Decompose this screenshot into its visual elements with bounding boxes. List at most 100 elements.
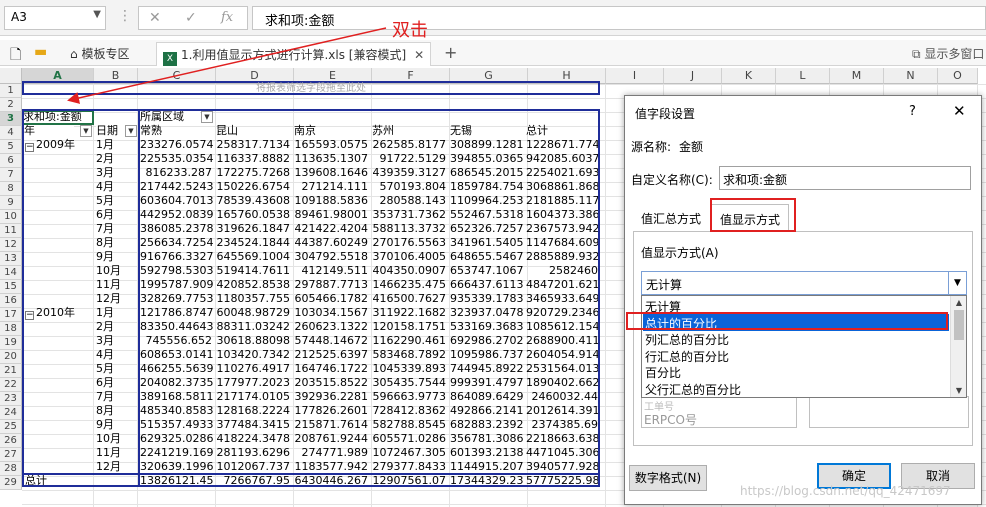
pivot-value-cell[interactable]: 203515.8522: [294, 376, 370, 390]
cancel-icon[interactable]: ✕: [149, 10, 161, 26]
pivot-value-cell[interactable]: 2885889.932: [526, 250, 600, 264]
pivot-month-label[interactable]: 1月: [96, 306, 136, 320]
pivot-value-cell[interactable]: 212525.6397: [294, 348, 370, 362]
pivot-value-cell[interactable]: 608653.0141: [140, 348, 214, 362]
document-icon[interactable]: 🗋: [10, 44, 21, 68]
pivot-value-cell[interactable]: 91722.5129: [372, 152, 448, 166]
pivot-value-cell[interactable]: 3940577.928: [526, 460, 600, 474]
row-header[interactable]: 13: [0, 252, 22, 266]
pivot-value-cell[interactable]: 2688900.411: [526, 334, 600, 348]
pivot-value-cell[interactable]: 164746.1722: [294, 362, 370, 376]
pivot-value-cell[interactable]: 280588.143: [372, 194, 448, 208]
pivot-month-label[interactable]: 5月: [96, 362, 136, 376]
pivot-month-label[interactable]: 3月: [96, 334, 136, 348]
pivot-value-cell[interactable]: 648655.5467: [450, 250, 524, 264]
pivot-month-label[interactable]: 4月: [96, 180, 136, 194]
pivot-value-cell[interactable]: 304792.5518: [294, 250, 370, 264]
check-icon[interactable]: ✓: [185, 10, 197, 26]
name-box[interactable]: A3 ▼: [4, 6, 106, 30]
pivot-value-cell[interactable]: 172275.7268: [216, 166, 292, 180]
folder-icon[interactable]: ▬: [34, 44, 47, 60]
pivot-column-header[interactable]: 总计: [526, 124, 600, 138]
pivot-value-cell[interactable]: 1072467.305: [372, 446, 448, 460]
row-header[interactable]: 9: [0, 196, 22, 210]
pivot-value-cell[interactable]: 645569.1004: [216, 250, 292, 264]
column-header[interactable]: J: [664, 68, 722, 84]
tab-workbook[interactable]: X 1.利用值显示方式进行计算.xls [兼容模式] ✕: [156, 42, 432, 66]
pivot-value-cell[interactable]: 916766.3327: [140, 250, 214, 264]
pivot-value-cell[interactable]: 519414.7611: [216, 264, 292, 278]
row-header[interactable]: 20: [0, 350, 22, 364]
pivot-value-cell[interactable]: 271214.111: [294, 180, 370, 194]
pivot-value-cell[interactable]: 116337.8882: [216, 152, 292, 166]
formula-input[interactable]: 求和项:金额: [252, 6, 986, 30]
pivot-value-cell[interactable]: 439359.3127: [372, 166, 448, 180]
pivot-value-cell[interactable]: 356781.3086: [450, 432, 524, 446]
pivot-value-cell[interactable]: 281193.6296: [216, 446, 292, 460]
pivot-value-cell[interactable]: 601393.2138: [450, 446, 524, 460]
pivot-value-cell[interactable]: 942085.6037: [526, 152, 600, 166]
pivot-column-header[interactable]: 苏州: [372, 124, 448, 138]
pivot-value-cell[interactable]: 44387.60249: [294, 236, 370, 250]
pivot-value-cell[interactable]: 570193.804: [372, 180, 448, 194]
pivot-value-cell[interactable]: 418224.3478: [216, 432, 292, 446]
pivot-value-cell[interactable]: 596663.9773: [372, 390, 448, 404]
column-header[interactable]: K: [722, 68, 776, 84]
pivot-value-cell[interactable]: 412149.511: [294, 264, 370, 278]
pivot-value-cell[interactable]: 682883.2392: [450, 418, 524, 432]
pivot-value-cell[interactable]: 165593.0575: [294, 138, 370, 152]
scroll-thumb[interactable]: [954, 310, 964, 340]
pivot-value-cell[interactable]: 1144915.207: [450, 460, 524, 474]
pivot-column-header[interactable]: 昆山: [216, 124, 292, 138]
chevron-down-icon[interactable]: ▼: [93, 9, 101, 20]
pivot-value-cell[interactable]: 225535.0354: [140, 152, 214, 166]
number-format-button[interactable]: 数字格式(N): [629, 465, 707, 491]
row-header[interactable]: 17: [0, 308, 22, 322]
pivot-value-cell[interactable]: 297887.7713: [294, 278, 370, 292]
base-field-list[interactable]: 工单号 ERPCO号: [641, 396, 797, 428]
tab-summarize-by[interactable]: 值汇总方式: [633, 204, 709, 232]
pivot-value-cell[interactable]: 103034.1567: [294, 306, 370, 320]
row-header[interactable]: 8: [0, 182, 22, 196]
pivot-value-cell[interactable]: 999391.4797: [450, 376, 524, 390]
collapse-icon[interactable]: −: [25, 311, 34, 320]
show-values-option[interactable]: 父行汇总的百分比: [643, 380, 949, 397]
column-header[interactable]: M: [830, 68, 884, 84]
pivot-column-field[interactable]: 所属区域: [140, 110, 200, 124]
collapse-icon[interactable]: −: [25, 143, 34, 152]
row-header[interactable]: 27: [0, 448, 22, 462]
scroll-down-icon[interactable]: ▼: [951, 386, 967, 395]
pivot-value-cell[interactable]: 533169.3683: [450, 320, 524, 334]
column-header[interactable]: N: [884, 68, 938, 84]
pivot-value-cell[interactable]: 377484.3415: [216, 418, 292, 432]
pivot-value-cell[interactable]: 260623.1322: [294, 320, 370, 334]
pivot-value-cell[interactable]: 60048.98729: [216, 306, 292, 320]
show-values-as-list[interactable]: 无计算 总计的百分比 列汇总的百分比 行汇总的百分比 百分比 父行汇总的百分比 ▲ ▼: [641, 295, 967, 398]
pivot-total-cell[interactable]: 13826121.45: [140, 474, 214, 488]
pivot-value-cell[interactable]: 745556.652: [140, 334, 214, 348]
year-filter-dropdown-icon[interactable]: ▼: [80, 125, 92, 137]
pivot-month-label[interactable]: 12月: [96, 460, 136, 474]
pivot-value-cell[interactable]: 328269.7753: [140, 292, 214, 306]
pivot-month-label[interactable]: 7月: [96, 390, 136, 404]
custom-name-input[interactable]: 求和项:金额: [719, 166, 971, 190]
pivot-value-cell[interactable]: 128168.2224: [216, 404, 292, 418]
row-header[interactable]: 6: [0, 154, 22, 168]
pivot-total-cell[interactable]: 12907561.07: [372, 474, 448, 488]
pivot-value-cell[interactable]: 208761.9244: [294, 432, 370, 446]
pivot-value-cell[interactable]: 935339.1783: [450, 292, 524, 306]
pivot-value-cell[interactable]: 89461.98001: [294, 208, 370, 222]
pivot-value-cell[interactable]: 113635.1307: [294, 152, 370, 166]
pivot-value-cell[interactable]: 389168.5811: [140, 390, 214, 404]
select-all-corner[interactable]: [0, 68, 22, 84]
tab-template[interactable]: ⌂ 模板专区: [64, 42, 135, 66]
pivot-value-cell[interactable]: 165760.0538: [216, 208, 292, 222]
pivot-value-cell[interactable]: 88311.03242: [216, 320, 292, 334]
pivot-value-cell[interactable]: 652326.7257: [450, 222, 524, 236]
pivot-value-cell[interactable]: 466255.5639: [140, 362, 214, 376]
pivot-value-cell[interactable]: 120158.1751: [372, 320, 448, 334]
pivot-value-cell[interactable]: 4847201.621: [526, 278, 600, 292]
pivot-value-cell[interactable]: 605571.0286: [372, 432, 448, 446]
pivot-value-cell[interactable]: 177977.2023: [216, 376, 292, 390]
pivot-row-field-year[interactable]: 年: [24, 124, 74, 138]
